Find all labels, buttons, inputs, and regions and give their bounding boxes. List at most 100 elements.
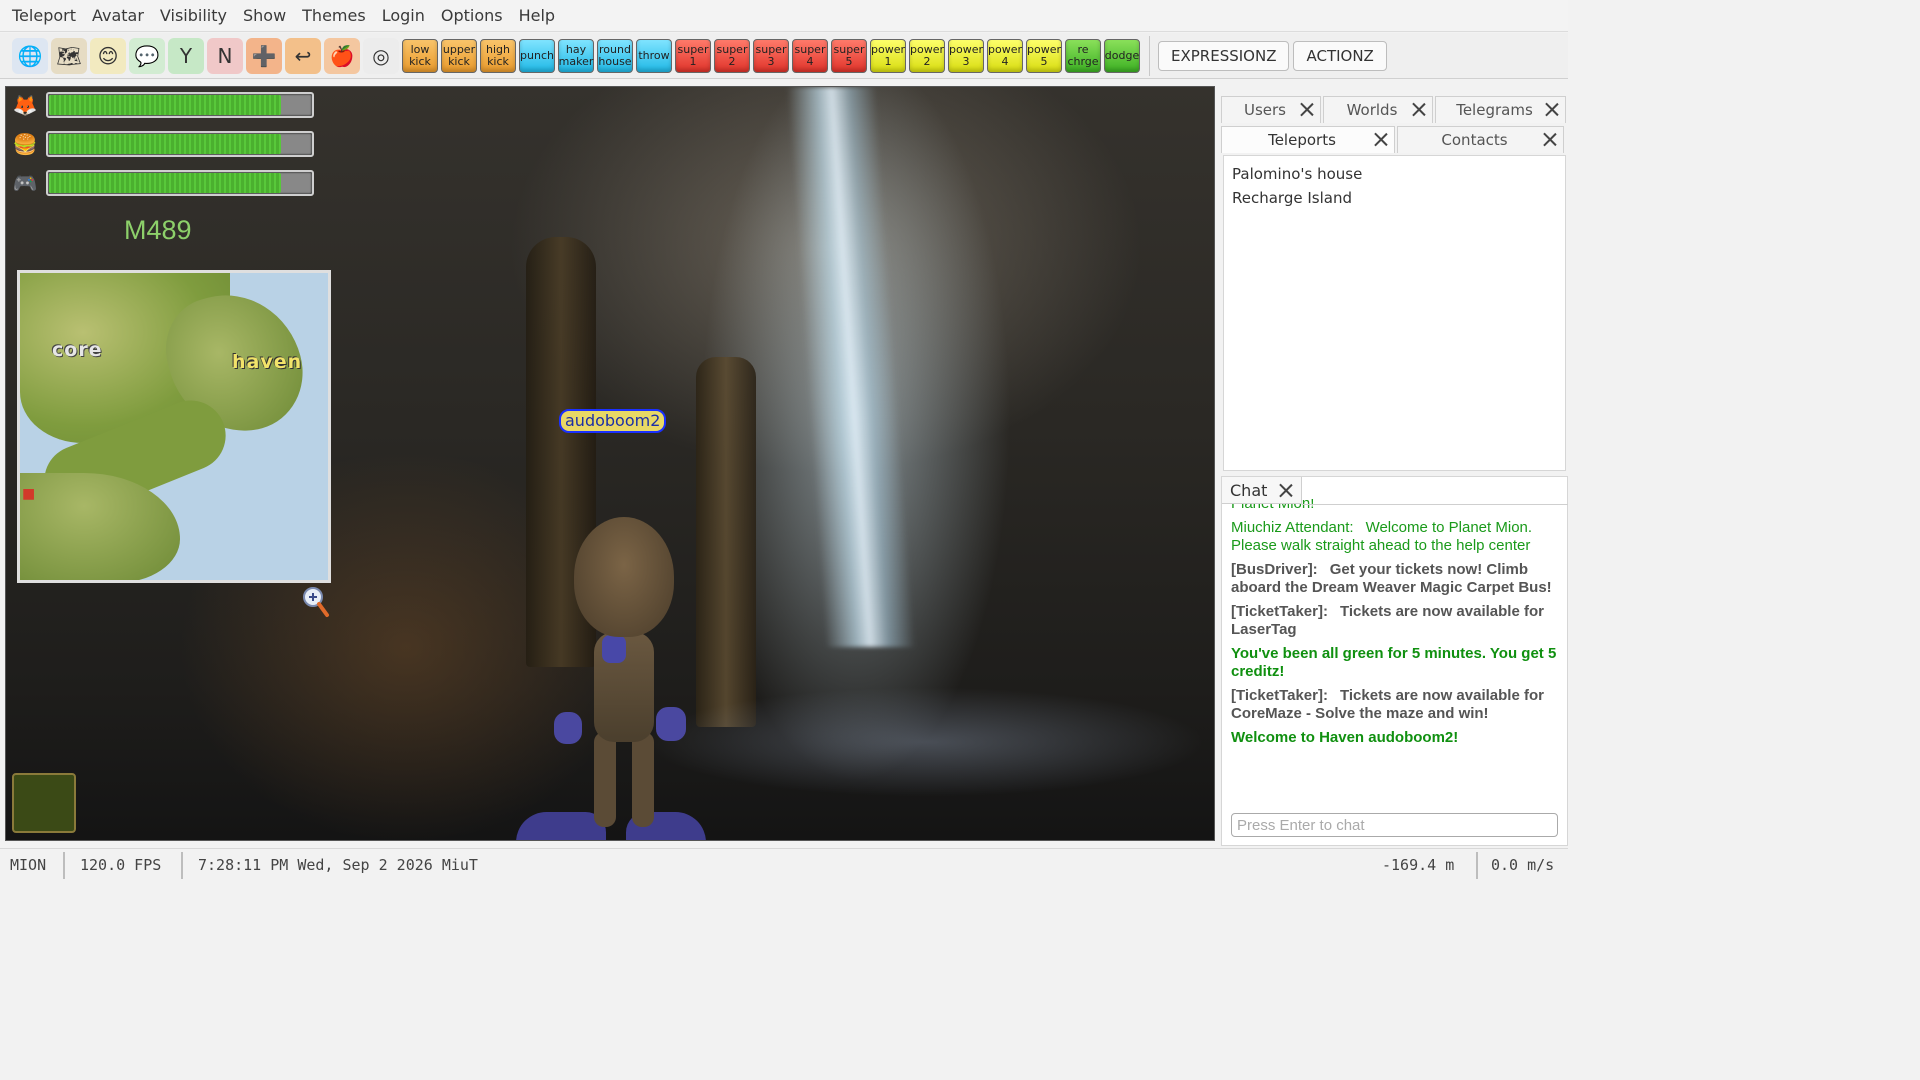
close-icon[interactable] <box>1545 102 1559 116</box>
close-icon[interactable] <box>1279 483 1293 497</box>
divider <box>1302 504 1568 505</box>
tab-label: Contacts <box>1441 131 1508 149</box>
menu-login[interactable]: Login <box>374 0 433 32</box>
map-marker-icon: ■ <box>22 486 36 502</box>
menu-help[interactable]: Help <box>511 0 563 32</box>
low-kick-button[interactable]: low kick <box>402 38 438 73</box>
power-1-button[interactable]: power 1 <box>870 38 906 73</box>
power-5-button[interactable]: power 5 <box>1026 38 1062 73</box>
chat-message: [BusDriver]: Get your tickets now! Climb … <box>1231 561 1561 597</box>
water-pool <box>646 687 1206 797</box>
actionz-button[interactable]: ACTIONZ <box>1293 40 1387 71</box>
recharge-button[interactable]: re chrge <box>1065 38 1101 73</box>
close-icon[interactable] <box>1412 102 1426 116</box>
tab-users[interactable]: Users <box>1221 96 1321 123</box>
super-2-button[interactable]: super 2 <box>714 38 750 73</box>
upper-kick-button[interactable]: upper kick <box>441 38 477 73</box>
yes-icon[interactable]: Y <box>168 37 204 74</box>
burger-icon: 🍔 <box>12 132 38 156</box>
smiley-icon[interactable]: 😊 <box>90 37 126 74</box>
zoom-magnifier-icon[interactable] <box>300 585 332 619</box>
tab-contacts[interactable]: Contacts <box>1397 126 1564 153</box>
chat-sender: Miuchiz Attendant: <box>1231 519 1354 536</box>
map-label-core: core <box>52 339 103 361</box>
map-icon[interactable]: 🗺 <box>51 37 87 74</box>
divider <box>1476 852 1478 879</box>
dodge-button[interactable]: dodge <box>1104 38 1140 73</box>
status-bar: MION 120.0 FPS 7:28:11 PM Wed, Sep 2 202… <box>0 848 1568 882</box>
side-panel: Users Worlds Telegrams Teleports Contacts P… <box>1221 96 1568 472</box>
minimap[interactable]: core haven ■ <box>17 270 331 583</box>
menu-bar: Teleport Avatar Visibility Show Themes Login O… <box>0 0 1568 32</box>
no-icon[interactable]: N <box>207 37 243 74</box>
menu-visibility[interactable]: Visibility <box>152 0 235 32</box>
status-meter: 🍔 <box>10 129 320 159</box>
inventory-shelf-icon[interactable] <box>12 773 76 833</box>
expressionz-button[interactable]: EXPRESSIONZ <box>1158 40 1290 71</box>
chat-input[interactable] <box>1231 813 1558 837</box>
tab-worlds[interactable]: Worlds <box>1323 96 1433 123</box>
meter-fill <box>49 134 282 154</box>
divider <box>63 852 65 879</box>
round-house-button[interactable]: round house <box>597 38 633 73</box>
apple-icon[interactable]: 🍎 <box>324 37 360 74</box>
chat-message: [TicketTaker]: Tickets are now available … <box>1231 687 1561 723</box>
status-time: 7:28:11 PM Wed, Sep 2 2026 MiuT <box>198 856 478 874</box>
close-icon[interactable] <box>1300 102 1314 116</box>
power-3-button[interactable]: power 3 <box>948 38 984 73</box>
game-viewport[interactable]: audoboom2 🦊 🍔 🎮 M489 core haven ■ <box>5 86 1215 841</box>
chat-log[interactable]: Planet Mion! Miuchiz Attendant: Welcome t… <box>1231 499 1561 805</box>
hay-maker-button[interactable]: hay maker <box>558 38 594 73</box>
map-landmass <box>20 473 180 580</box>
divider <box>181 852 183 879</box>
teleport-add-icon[interactable]: ➕ <box>246 37 282 74</box>
chat-bubble-icon[interactable]: 💬 <box>129 37 165 74</box>
status-meter: 🦊 <box>10 90 320 120</box>
divider <box>1149 35 1150 76</box>
tab-chat[interactable]: Chat <box>1222 477 1302 504</box>
teleport-back-icon[interactable]: ↩ <box>285 37 321 74</box>
super-3-button[interactable]: super 3 <box>753 38 789 73</box>
meter-bar <box>46 170 314 196</box>
zone-label: M489 <box>124 215 192 245</box>
high-kick-button[interactable]: high kick <box>480 38 516 73</box>
meter-fill <box>49 95 282 115</box>
close-icon[interactable] <box>1374 132 1388 146</box>
super-5-button[interactable]: super 5 <box>831 38 867 73</box>
target-icon[interactable]: ◎ <box>363 37 399 74</box>
punch-button[interactable]: punch <box>519 38 555 73</box>
power-4-button[interactable]: power 4 <box>987 38 1023 73</box>
chat-message: [TicketTaker]: Tickets are now available … <box>1231 603 1561 639</box>
tab-label: Teleports <box>1268 131 1336 149</box>
tab-telegrams[interactable]: Telegrams <box>1435 96 1566 123</box>
tab-label: Worlds <box>1346 101 1398 119</box>
chat-text: You've been all green for 5 minutes. You… <box>1231 645 1557 680</box>
menu-avatar[interactable]: Avatar <box>84 0 152 32</box>
avatar-head <box>574 517 674 637</box>
waterfall <box>786 87 916 647</box>
menu-teleport[interactable]: Teleport <box>4 0 84 32</box>
chat-message: Welcome to Haven audoboom2! <box>1231 729 1561 747</box>
power-2-button[interactable]: power 2 <box>909 38 945 73</box>
tab-label: Telegrams <box>1456 101 1533 119</box>
meter-bar <box>46 92 314 118</box>
menu-show[interactable]: Show <box>235 0 294 32</box>
avatar-nametag: audoboom2 <box>559 409 667 433</box>
super-4-button[interactable]: super 4 <box>792 38 828 73</box>
close-icon[interactable] <box>1543 132 1557 146</box>
throw-button[interactable]: throw <box>636 38 672 73</box>
player-avatar[interactable] <box>516 517 706 840</box>
status-meter: 🎮 <box>10 168 320 198</box>
menu-options[interactable]: Options <box>433 0 511 32</box>
map-label-haven: haven <box>232 351 303 373</box>
tab-teleports[interactable]: Teleports <box>1221 126 1395 153</box>
meter-fill <box>49 173 282 193</box>
teleport-item[interactable]: Palomino's house <box>1232 162 1557 186</box>
avatar-collar <box>602 635 626 663</box>
chat-sender: [TicketTaker]: <box>1231 603 1328 620</box>
super-1-button[interactable]: super 1 <box>675 38 711 73</box>
teleport-item[interactable]: Recharge Island <box>1232 186 1557 210</box>
status-fps: 120.0 FPS <box>80 856 162 874</box>
globe-icon[interactable]: 🌐 <box>12 37 48 74</box>
menu-themes[interactable]: Themes <box>294 0 374 32</box>
